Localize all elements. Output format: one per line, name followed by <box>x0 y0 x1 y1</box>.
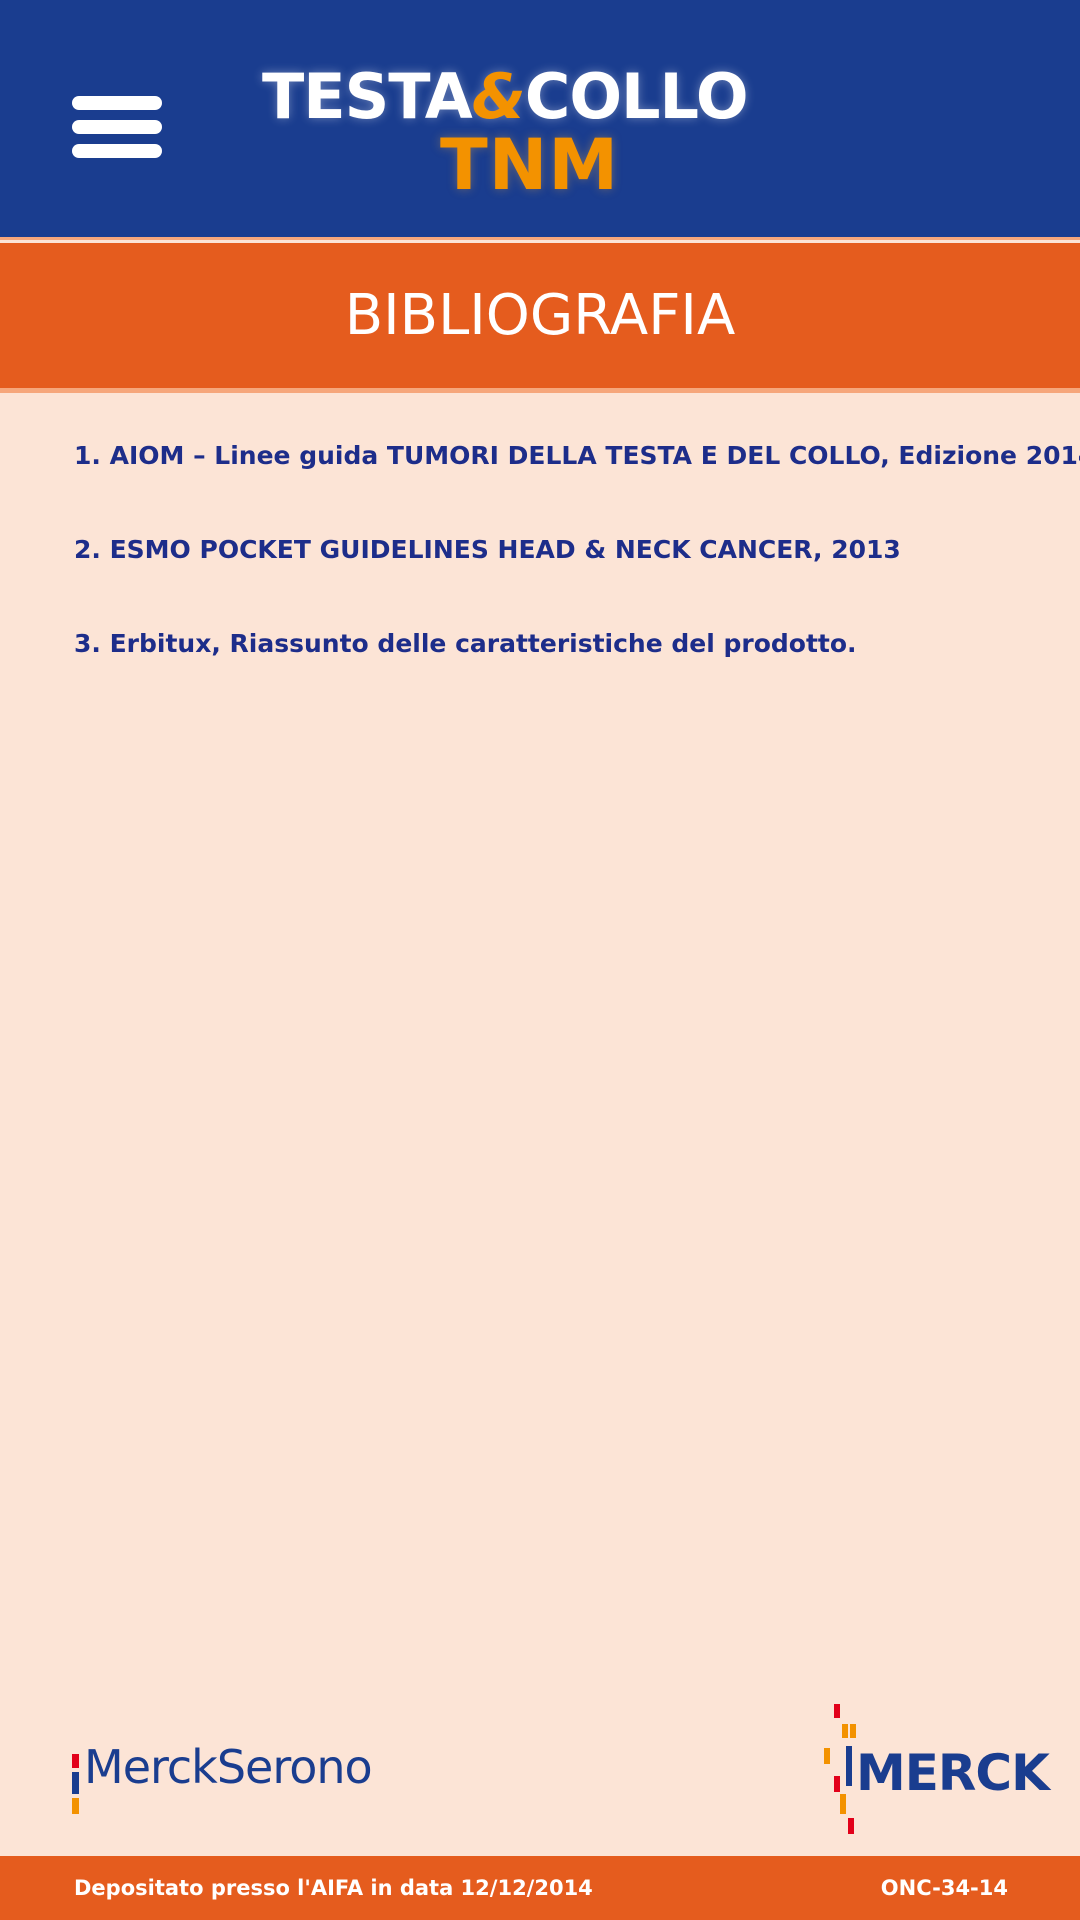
logo-ampersand: & <box>471 60 526 133</box>
logo-word-collo: COLLO <box>524 60 749 133</box>
app-logo: TESTA&COLLO TNM <box>250 62 830 206</box>
logo-line-1: TESTA&COLLO <box>262 62 822 132</box>
reference-item: 3. Erbitux, Riassunto delle caratteristi… <box>74 629 857 658</box>
hamburger-menu-icon[interactable] <box>72 94 162 160</box>
merck-serono-mark-icon <box>72 1754 80 1814</box>
merck-wordmark: MERCK <box>856 1744 1050 1802</box>
reference-list: 1. AIOM – Linee guida TUMORI DELLA TESTA… <box>74 430 1080 712</box>
app-header: TESTA&COLLO TNM <box>0 0 1080 240</box>
merck-serono-wordmark: MerckSerono <box>84 1740 373 1794</box>
merck-serono-logo: MerckSerono <box>72 1740 392 1820</box>
footer-deposit-text: Depositato presso l'AIFA in data 12/12/2… <box>74 1876 593 1900</box>
footer-code: ONC-34-14 <box>880 1876 1008 1900</box>
logo-tnm: TNM <box>440 124 619 206</box>
reference-item: 2. ESMO POCKET GUIDELINES HEAD & NECK CA… <box>74 535 901 564</box>
page-title-bar: BIBLIOGRAFIA <box>0 243 1080 393</box>
menu-bar <box>72 120 162 134</box>
menu-bar <box>72 96 162 110</box>
footer-bar: Depositato presso l'AIFA in data 12/12/2… <box>0 1856 1080 1920</box>
page-title: BIBLIOGRAFIA <box>344 283 736 348</box>
reference-item: 1. AIOM – Linee guida TUMORI DELLA TESTA… <box>74 441 1080 470</box>
logo-word-testa: TESTA <box>262 60 473 133</box>
menu-bar <box>72 144 162 158</box>
merck-logo: MERCK <box>820 1700 1050 1840</box>
